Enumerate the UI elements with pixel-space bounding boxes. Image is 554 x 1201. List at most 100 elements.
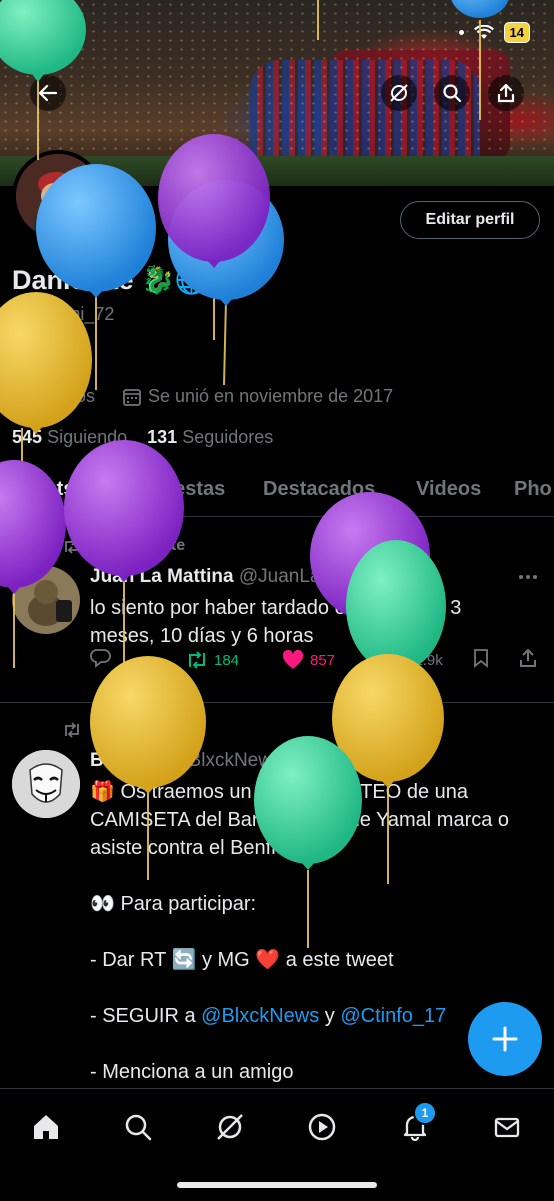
- anonymous-mask-icon: [12, 750, 80, 818]
- tab-videos[interactable]: Videos: [416, 478, 481, 501]
- grok-button[interactable]: [381, 75, 417, 111]
- avatar-image: [12, 566, 80, 634]
- nav-video[interactable]: [302, 1107, 342, 1147]
- share-icon: [520, 648, 536, 667]
- nav-notifications[interactable]: 1: [395, 1101, 437, 1147]
- mention-link[interactable]: @Ctinfo_17: [340, 1005, 446, 1027]
- search-icon: [443, 84, 462, 103]
- plus-icon: [492, 1026, 518, 1052]
- profile-handle: @daaani_72: [12, 304, 115, 324]
- verified-badge-icon: [146, 752, 163, 768]
- retweet-button[interactable]: 184: [186, 651, 239, 669]
- post-header: Juan La Mattina @JuanLa · 14/3/25: [90, 566, 401, 588]
- grok-icon: [390, 84, 408, 102]
- post-author-name[interactable]: Black: [90, 750, 141, 771]
- post-text-line: - SEGUIR a @BlxckNews y @Ctinfo_17: [90, 1002, 530, 1030]
- wifi-icon: [473, 25, 494, 39]
- profile-name: Danielote 🐉🌐: [12, 265, 209, 295]
- retweet-count: 184: [214, 651, 240, 669]
- status-icons: 14: [458, 22, 530, 43]
- post-text-segment: y: [319, 1005, 341, 1027]
- reply-icon: [90, 649, 111, 668]
- post-author-handle[interactable]: @BlxckNews: [169, 750, 281, 771]
- avatar-image: [16, 154, 100, 238]
- joined-text: Se unió en noviembre de 2017: [148, 386, 394, 406]
- like-button[interactable]: 857: [282, 650, 335, 670]
- post-avatar[interactable]: [12, 750, 80, 818]
- location-text: Burgos: [38, 386, 96, 406]
- followers-count: 131: [147, 427, 178, 447]
- nav-home[interactable]: [26, 1107, 66, 1147]
- mention-link[interactable]: @BlxckNews: [201, 1005, 319, 1027]
- following-count: 545: [12, 427, 43, 447]
- repost-icon: [65, 722, 79, 738]
- bookmark-icon: [474, 649, 488, 668]
- profile-bio: 🧡💛: [14, 348, 64, 370]
- tab-photos[interactable]: Pho: [514, 478, 552, 501]
- tab-destacados[interactable]: Destacados: [263, 478, 375, 501]
- home-icon: [34, 1115, 58, 1139]
- battery-indicator: 14: [503, 22, 530, 43]
- repost-indicator: Reposteaste: [62, 721, 185, 739]
- tab-posts[interactable]: Posts: [20, 478, 74, 501]
- post-text-line: 🎁 Os traemos un nuevo SORTEO de una CAMI…: [90, 781, 510, 859]
- post-text-line: 👀 Para participar:: [90, 893, 257, 915]
- following-label: Siguiendo: [47, 427, 128, 447]
- profile-tabs: Posts Respuestas Destacados Videos Pho: [0, 470, 554, 517]
- calendar-icon: [123, 388, 141, 406]
- more-options-icon[interactable]: [518, 574, 538, 580]
- compose-post-button[interactable]: [468, 1002, 542, 1076]
- views-count: 22.9k: [406, 651, 443, 669]
- location-pin-icon: [15, 386, 31, 407]
- post-author-handle[interactable]: @JuanLa: [239, 566, 321, 587]
- share-icon: [497, 83, 515, 103]
- post-header: Black @BlxckNews · 4/3/25: [90, 750, 351, 772]
- repost-icon: [65, 538, 79, 554]
- share-button[interactable]: [488, 75, 524, 111]
- post-text: lo siento por haber tardado en contestar…: [90, 597, 462, 647]
- retweet-icon: [189, 651, 205, 669]
- repost-label: Reposteaste: [90, 537, 186, 554]
- back-button[interactable]: [30, 75, 66, 111]
- repost-label: Reposteaste: [90, 721, 186, 738]
- reply-button[interactable]: [90, 648, 112, 672]
- post-text-line: - Menciona a un amigo: [90, 1061, 294, 1083]
- tab-respuestas[interactable]: Respuestas: [113, 478, 225, 501]
- views-icon: [382, 653, 399, 668]
- post-avatar[interactable]: [12, 566, 80, 634]
- views-button[interactable]: 22.9k: [380, 651, 443, 669]
- nav-search[interactable]: [118, 1107, 158, 1147]
- mail-icon: [494, 1117, 520, 1138]
- post-text-line: - Dar RT 🔄 y MG ❤️ a este tweet: [90, 949, 394, 971]
- edit-profile-button[interactable]: Editar perfil: [400, 201, 540, 239]
- following-link[interactable]: 545 Siguiendo: [12, 427, 127, 447]
- profile-joined: Se unió en noviembre de 2017: [122, 386, 393, 407]
- search-icon: [125, 1114, 152, 1141]
- nav-messages[interactable]: [487, 1107, 527, 1147]
- like-count: 857: [310, 651, 336, 669]
- status-time: 9:40: [45, 22, 84, 43]
- followers-label: Seguidores: [182, 427, 274, 447]
- profile-avatar[interactable]: [12, 150, 104, 242]
- post-date: · 4/3/25: [286, 750, 352, 771]
- post-date: · 14/3/25: [325, 566, 401, 587]
- post-divider: [0, 702, 554, 703]
- post-text-segment: - SEGUIR a: [90, 1005, 202, 1027]
- nav-grok[interactable]: [210, 1107, 250, 1147]
- dot-icon: [458, 30, 464, 35]
- profile-location: Burgos: [14, 386, 95, 407]
- active-tab-indicator: [16, 512, 84, 516]
- home-indicator: [177, 1182, 377, 1188]
- follow-stats: 545 Siguiendo 131 Seguidores: [12, 427, 273, 448]
- back-arrow-icon: [38, 84, 58, 102]
- bookmark-button[interactable]: [472, 648, 490, 672]
- post-text: 🎁 Os traemos un nuevo SORTEO de una CAMI…: [90, 778, 530, 1086]
- post-author-name[interactable]: Juan La Mattina: [90, 566, 234, 587]
- repost-indicator: Reposteaste: [62, 537, 185, 555]
- followers-link[interactable]: 131 Seguidores: [147, 427, 273, 447]
- grok-icon: [217, 1114, 243, 1140]
- play-icon: [308, 1113, 336, 1141]
- search-button[interactable]: [434, 75, 470, 111]
- notification-badge: 1: [413, 1101, 437, 1125]
- share-post-button[interactable]: [518, 648, 538, 672]
